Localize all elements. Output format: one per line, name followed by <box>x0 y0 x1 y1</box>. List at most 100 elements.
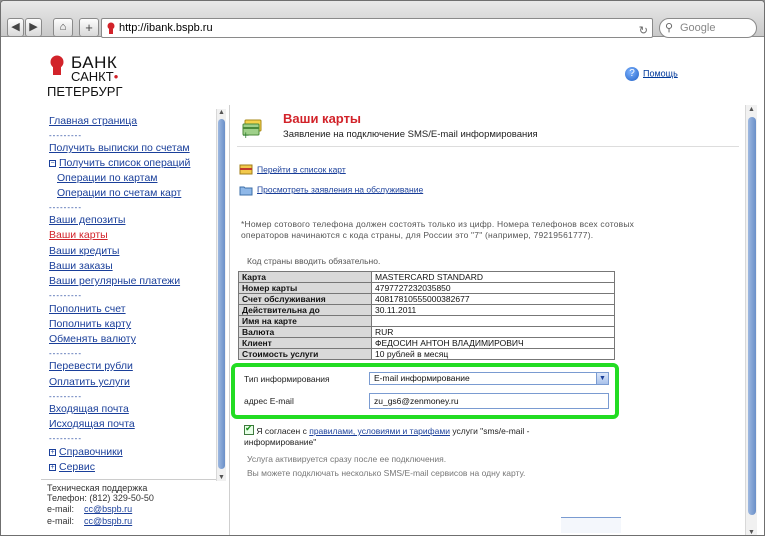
table-value: 40817810555000382677 <box>371 293 615 305</box>
main-scroll-thumb[interactable] <box>748 117 756 515</box>
table-key: Счет обслуживания <box>238 293 372 305</box>
multiple-services-note: Вы можете подключать несколько SMS/E-mai… <box>247 468 526 478</box>
expand-icon: + <box>49 464 56 471</box>
terms-link[interactable]: правилами, условиями и тарифами <box>309 426 450 436</box>
expand-icon: + <box>49 449 56 456</box>
sidebar-item-references-label: Справочники <box>59 446 123 458</box>
sidebar-separator: --------- <box>49 291 82 300</box>
sidebar-item-inbox[interactable]: Входящая почта <box>49 403 129 415</box>
table-value: MASTERCARD STANDARD <box>371 271 615 283</box>
table-row: Карта MASTERCARD STANDARD <box>238 271 615 283</box>
support-phone: Телефон: (812) 329-50-50 <box>47 493 154 503</box>
info-type-select[interactable]: E-mail информирование ▼ <box>369 372 609 385</box>
table-row: Валюта RUR <box>238 326 615 338</box>
page-title: Ваши карты <box>283 111 362 126</box>
table-key: Карта <box>238 271 372 283</box>
sidebar-item-topup-account[interactable]: Пополнить счет <box>49 303 126 315</box>
logo-text-2: САНКТ• <box>71 69 119 84</box>
table-row: Клиент ФЕДОСИН АНТОН ВЛАДИМИРОВИЧ <box>238 337 615 349</box>
sidebar-item-main[interactable]: Главная страница <box>49 115 137 127</box>
table-row: Номер карты 4797727232035850 <box>238 282 615 294</box>
email-label: e-mail: <box>47 516 75 526</box>
sidebar-item-orders[interactable]: Ваши заказы <box>49 260 113 272</box>
sidebar-item-regular-payments[interactable]: Ваши регулярные платежи <box>49 275 180 287</box>
search-field[interactable]: ⚲ Google <box>659 18 757 38</box>
bank-logo-icon <box>50 55 64 75</box>
sidebar-item-pay-services[interactable]: Оплатить услуги <box>49 376 130 388</box>
email-field[interactable]: zu_gs6@zenmoney.ru <box>369 393 609 409</box>
support-title: Техническая поддержка <box>47 483 148 493</box>
help-label: Помощь <box>643 68 678 79</box>
action-view-applications-link[interactable]: Просмотреть заявления на обслуживание <box>257 184 423 194</box>
logo-text-3: ПЕТЕРБУРГ <box>47 84 123 99</box>
country-code-note: Код страны вводить обязательно. <box>247 256 381 266</box>
scroll-up-icon[interactable]: ▲ <box>218 109 225 116</box>
scroll-up-icon[interactable]: ▲ <box>748 106 755 113</box>
address-bar[interactable]: http://ibank.bspb.ru ↻ <box>101 18 653 38</box>
support-email-link-1[interactable]: cc@bspb.ru <box>84 504 132 514</box>
sidebar-item-outbox[interactable]: Исходящая почта <box>49 418 135 430</box>
sidebar-item-exchange[interactable]: Обменять валюту <box>49 333 136 345</box>
sidebar-item-operations-label: Получить список операций <box>59 157 191 169</box>
table-value <box>371 315 615 327</box>
action-view-applications[interactable]: Просмотреть заявления на обслуживание <box>239 184 423 196</box>
sidebar-item-transfer-rub[interactable]: Перевести рубли <box>49 360 133 372</box>
agree-checkbox[interactable] <box>244 423 254 435</box>
sidebar-item-topup-card[interactable]: Пополнить карту <box>49 318 131 330</box>
scroll-down-icon[interactable]: ▼ <box>748 529 755 535</box>
table-key: Валюта <box>238 326 372 338</box>
svg-text:+: + <box>242 131 250 139</box>
chevron-down-icon[interactable]: ▼ <box>596 373 608 384</box>
table-value: 30.11.2011 <box>371 304 615 316</box>
expand-icon: − <box>49 160 56 167</box>
table-key: Стоимость услуги <box>238 348 372 360</box>
add-bookmark-button[interactable]: + <box>79 18 99 37</box>
agree-text-pre: Я согласен с <box>256 426 307 436</box>
sidebar-item-references[interactable]: + Справочники <box>49 446 123 458</box>
bank-favicon-icon <box>107 22 115 34</box>
agreement: Я согласен с правилами, условиями и тари… <box>244 423 604 448</box>
support-email-1: e-mail: cc@bspb.ru <box>47 504 132 514</box>
sidebar-item-cards[interactable]: Ваши карты <box>49 229 108 241</box>
help-link[interactable]: ? Помощь <box>625 67 678 81</box>
home-button[interactable]: ⌂ <box>53 18 73 37</box>
table-key: Номер карты <box>238 282 372 294</box>
page-subtitle: Заявление на подключение SMS/E-mail инфо… <box>283 129 538 140</box>
submit-button-edge[interactable] <box>561 517 621 533</box>
home-icon: ⌂ <box>59 21 67 33</box>
url-text: http://ibank.bspb.ru <box>119 22 213 34</box>
sidebar-item-operations[interactable]: − Получить список операций <box>49 157 190 169</box>
activation-note: Услуга активируется сразу после ее подкл… <box>247 454 447 464</box>
action-card-list[interactable]: Перейти в список карт <box>239 164 346 176</box>
sidebar-item-deposits[interactable]: Ваши депозиты <box>49 214 125 226</box>
table-value: ФЕДОСИН АНТОН ВЛАДИМИРОВИЧ <box>371 337 615 349</box>
browser-toolbar: ◀ ▶ ⌂ + http://ibank.bspb.ru ↻ ⚲ Google <box>1 1 764 38</box>
back-button[interactable]: ◀ <box>7 18 24 37</box>
action-card-list-link[interactable]: Перейти в список карт <box>257 164 346 174</box>
table-key: Клиент <box>238 337 372 349</box>
sidebar-scroll-thumb[interactable] <box>218 119 225 469</box>
sidebar-item-ops-cards[interactable]: Операции по картам <box>57 172 158 184</box>
sidebar-item-ops-card-accounts[interactable]: Операции по счетам карт <box>57 187 181 199</box>
card-info-table: Карта MASTERCARD STANDARD Номер карты 47977… <box>238 271 615 360</box>
sidebar-separator: --------- <box>49 434 82 443</box>
sidebar-divider <box>41 479 226 480</box>
title-divider <box>237 146 739 147</box>
sidebar-item-credits[interactable]: Ваши кредиты <box>49 245 119 257</box>
main-scrollbar[interactable]: ▲ ▼ <box>745 105 757 535</box>
sidebar-separator: --------- <box>49 131 82 140</box>
scroll-down-icon[interactable]: ▼ <box>218 474 225 481</box>
sidebar-scrollbar[interactable]: ▲ ▼ <box>216 109 226 481</box>
content-divider <box>229 105 230 535</box>
info-type-value: E-mail информирование <box>374 373 470 383</box>
search-placeholder: Google <box>680 22 716 34</box>
table-key: Действительна до <box>238 304 372 316</box>
sidebar-item-statements[interactable]: Получить выписки по счетам <box>49 142 190 154</box>
reload-icon[interactable]: ↻ <box>639 22 648 40</box>
support-email-2: e-mail: cc@bspb.ru <box>47 516 132 526</box>
forward-button[interactable]: ▶ <box>25 18 42 37</box>
phone-note: *Номер сотового телефона должен состоять… <box>241 219 635 240</box>
table-row: Действительна до 30.11.2011 <box>238 304 615 316</box>
support-email-link-2[interactable]: cc@bspb.ru <box>84 516 132 526</box>
sidebar-item-service[interactable]: + Сервис <box>49 461 95 473</box>
